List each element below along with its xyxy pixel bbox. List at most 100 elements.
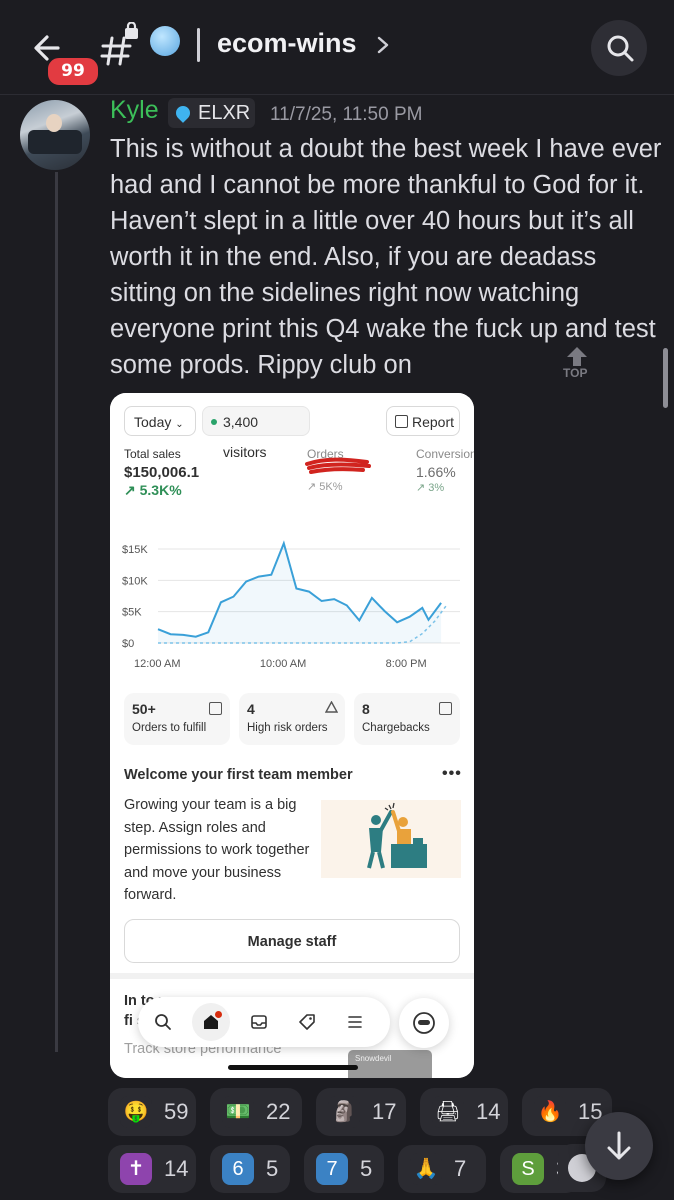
tile-chargebacks[interactable]: 8 Chargebacks — [354, 693, 460, 745]
reaction-cash-stack-custom[interactable]: 💵 22 — [210, 1088, 302, 1136]
store-tooltip: Snowdevil — [348, 1050, 432, 1078]
home-indicator — [228, 1065, 358, 1070]
attachment-image[interactable]: Today ⌄ 3,400 visitors Report Total sale… — [110, 393, 474, 1078]
metric-value: $150,006.1 — [124, 464, 200, 481]
visitors-pill[interactable]: 3,400 visitors — [202, 406, 310, 460]
tile-value: 4 — [247, 701, 255, 717]
money-printer-custom-emoji: 🖨 — [432, 1096, 464, 1128]
nav-menu[interactable] — [336, 1003, 374, 1041]
analytics-card: Today ⌄ 3,400 visitors Report Total sale… — [110, 393, 474, 973]
manage-staff-button[interactable]: Manage staff — [124, 919, 460, 963]
metric-change: ↗ 5K% — [307, 481, 343, 493]
up-arrow-icon — [567, 347, 587, 366]
metric-total-sales[interactable]: Total sales $150,006.1 ↗ 5.3K% — [124, 447, 199, 499]
reaction-custom-figure[interactable]: 🗿 17 — [316, 1088, 406, 1136]
nav-search[interactable] — [144, 1003, 182, 1041]
metric-change: ↗ 3% — [416, 482, 445, 494]
metric-value: 1.66% — [416, 464, 456, 480]
nav-home[interactable] — [192, 1003, 230, 1041]
reaction-count: 7 — [454, 1156, 467, 1181]
more-options-icon[interactable]: ••• — [442, 765, 462, 783]
notification-dot — [215, 1011, 222, 1018]
y-tick-label: $5K — [122, 607, 142, 619]
role-drop-icon — [173, 103, 193, 123]
reaction-latin-cross[interactable]: ✝ 14 — [108, 1145, 196, 1193]
avatar[interactable] — [20, 100, 90, 170]
task-tiles: 50+ Orders to fulfill 4 High risk orders… — [124, 693, 460, 745]
tag-icon — [299, 1014, 315, 1030]
thread-line — [55, 172, 58, 1052]
tile-high-risk-orders[interactable]: 4 High risk orders — [239, 693, 345, 745]
channel-name[interactable]: ecom-wins — [217, 28, 357, 59]
chevron-down-icon: ⌄ — [175, 419, 184, 430]
reaction-folded-hands[interactable]: 🙏 7 — [398, 1145, 486, 1193]
reaction-count: 14 — [164, 1156, 189, 1181]
search-icon — [607, 35, 634, 62]
metric-change: ↗ 5.3K% — [124, 482, 182, 498]
date-filter[interactable]: Today ⌄ — [124, 406, 196, 436]
unread-badge: 99 — [45, 55, 101, 88]
team-card-body: Growing your team is a big step. Assign … — [124, 797, 310, 903]
cold-face-emoji — [150, 26, 180, 56]
chevron-right-icon[interactable] — [375, 34, 391, 56]
x-tick-label: 8:00 PM — [386, 658, 427, 670]
arrow-down-icon — [607, 1131, 631, 1160]
folded-hands-emoji: 🙏 — [410, 1153, 442, 1185]
menu-icon — [348, 1016, 362, 1028]
x-tick-label: 12:00 AM — [134, 658, 180, 670]
y-tick-label: $10K — [122, 575, 148, 587]
author-name[interactable]: Kyle — [110, 96, 159, 125]
metric-conversion[interactable]: Conversion 1.66% ↗ 3% — [416, 447, 474, 494]
channel-header: 99 ecom-wins — [0, 0, 674, 95]
reaction-keycap-7[interactable]: 75 — [304, 1145, 384, 1193]
keycap-7-emoji: 7 — [316, 1153, 348, 1185]
report-icon — [395, 415, 408, 428]
date-filter-label: Today — [134, 414, 172, 430]
reaction-count: 5 — [360, 1156, 373, 1181]
message-timestamp: 11/7/25, 11:50 PM — [270, 104, 423, 125]
reaction-money-printer-custom[interactable]: 🖨 14 — [420, 1088, 508, 1136]
role-tag[interactable]: ELXR — [168, 98, 255, 128]
live-dot-icon — [211, 419, 217, 425]
reaction-count: 17 — [372, 1099, 397, 1124]
reaction-money-mouth-face[interactable]: 🤑 59 — [108, 1088, 196, 1136]
tile-label: High risk orders — [247, 722, 328, 734]
inbox-icon — [209, 702, 222, 715]
warning-icon — [325, 701, 338, 713]
reaction-bar: 🤑59💵22🗿17🖨14🔥15✝146575🙏7S3 — [108, 1088, 628, 1198]
hashtag-lock-icon — [100, 22, 138, 66]
report-button[interactable]: Report — [386, 406, 460, 436]
custom-figure-emoji: 🗿 — [328, 1096, 360, 1128]
channel-separator — [197, 28, 200, 62]
high-five-illustration — [321, 800, 461, 878]
role-tag-label: ELXR — [198, 102, 251, 124]
visitors-label: 3,400 visitors — [223, 414, 267, 460]
tile-label: Orders to fulfill — [132, 722, 207, 734]
top-label: TOP — [563, 366, 588, 380]
tile-label: Chargebacks — [362, 722, 430, 734]
search-button[interactable] — [591, 20, 647, 76]
tile-value: 8 — [362, 701, 370, 717]
y-tick-label: $0 — [122, 638, 134, 650]
scrollbar[interactable] — [663, 348, 668, 408]
inbox-icon — [251, 1015, 267, 1029]
latin-cross-emoji: ✝ — [120, 1153, 152, 1185]
tile-orders-to-fulfill[interactable]: 50+ Orders to fulfill — [124, 693, 230, 745]
reaction-count: 5 — [266, 1156, 279, 1181]
keycap-6-emoji: 6 — [222, 1153, 254, 1185]
tile-value: 50+ — [132, 701, 156, 717]
reaction-keycap-6[interactable]: 65 — [210, 1145, 290, 1193]
metric-label: Total sales — [124, 447, 181, 461]
y-tick-label: $15K — [122, 544, 148, 556]
nav-products[interactable] — [288, 1003, 326, 1041]
sales-line-chart[interactable]: $15K $10K $5K $012:00 AM 10:00 AM 8:00 PM — [110, 533, 474, 678]
series-area — [158, 543, 442, 643]
shopify-bag-emoji: S — [512, 1153, 544, 1185]
sidekick-button[interactable] — [399, 998, 449, 1048]
x-tick-label: 10:00 AM — [260, 658, 306, 670]
top-emoji: TOP — [560, 346, 594, 382]
clipboard-icon — [439, 702, 452, 715]
jump-to-bottom-button[interactable] — [585, 1112, 653, 1180]
nav-orders[interactable] — [240, 1003, 278, 1041]
metric-label: Conversion — [416, 447, 474, 461]
